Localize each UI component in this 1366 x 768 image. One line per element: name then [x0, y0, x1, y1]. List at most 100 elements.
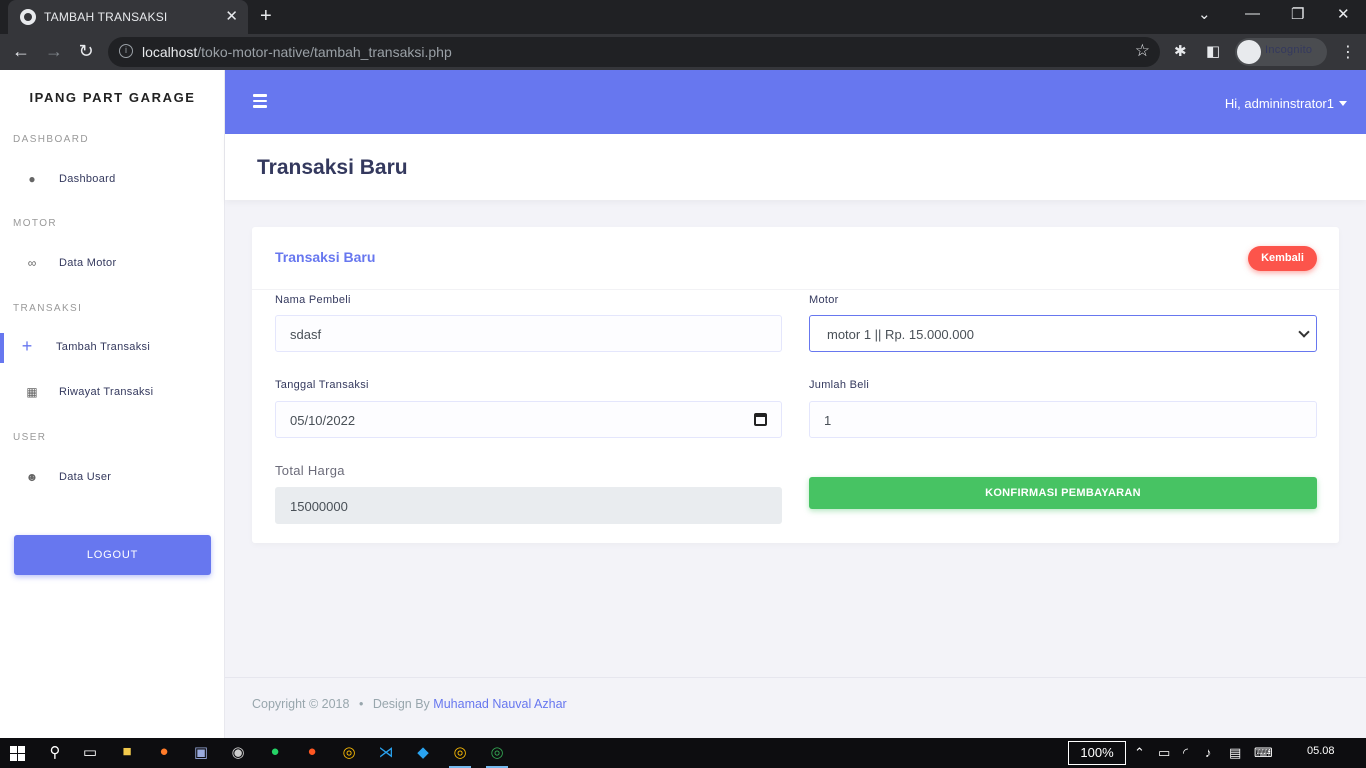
sidebar-item-label: Data Motor: [59, 257, 117, 269]
calendar-icon[interactable]: [754, 413, 767, 426]
sidebar-item-label: Data User: [59, 471, 112, 483]
battery-icon[interactable]: ▭: [1158, 745, 1170, 761]
sidebar-item-label: Tambah Transaksi: [56, 341, 151, 353]
close-tab-icon[interactable]: ✕: [225, 7, 238, 25]
section-header: Transaksi Baru: [225, 134, 1366, 200]
chrome-active-icon[interactable]: ◎: [449, 743, 471, 768]
tanggal-transaksi-value: 05/10/2022: [290, 413, 356, 428]
extensions-icon[interactable]: ✱: [1174, 42, 1187, 60]
whatsapp-icon[interactable]: ●: [264, 743, 286, 763]
konfirmasi-pembayaran-button[interactable]: KONFIRMASI PEMBAYARAN: [809, 477, 1317, 509]
close-window-icon[interactable]: ✕: [1337, 5, 1350, 23]
section-transaksi: TRANSAKSI: [13, 303, 83, 314]
file-explorer-icon[interactable]: ■: [116, 743, 138, 763]
browser-tab-strip: TAMBAH TRANSAKSI ✕ + ⌄ — ❐ ✕: [0, 0, 1366, 34]
jumlah-beli-value: 1: [824, 413, 832, 428]
incognito-icon: [1237, 40, 1261, 64]
browser-toolbar: ← → ↻ i localhost/toko-motor-native/tamb…: [0, 34, 1366, 70]
sidebar-item-riwayat-transaksi[interactable]: ▦ Riwayat Transaksi: [0, 378, 225, 408]
sidebar-item-data-user[interactable]: ☻ Data User: [0, 463, 225, 493]
browser-app-icon[interactable]: ◆: [412, 743, 434, 763]
design-by-text: Design By: [372, 697, 430, 711]
forward-arrow-icon[interactable]: →: [43, 41, 65, 62]
vscode-icon[interactable]: ⋊: [375, 743, 397, 763]
back-arrow-icon[interactable]: ←: [10, 41, 32, 62]
total-harga-label: Total Harga: [275, 463, 345, 478]
author-link[interactable]: Muhamad Nauval Azhar: [433, 697, 566, 711]
jumlah-beli-label: Jumlah Beli: [809, 379, 870, 391]
transaction-form-card: Transaksi Baru Kembali Nama Pembeli sdas…: [252, 227, 1339, 543]
windows-start-icon[interactable]: [10, 746, 25, 761]
tab-title: TAMBAH TRANSAKSI: [44, 10, 168, 24]
nama-pembeli-input[interactable]: sdasf: [275, 315, 782, 352]
incognito-badge[interactable]: Incognito: [1235, 38, 1327, 66]
tray-chevron-icon[interactable]: ⌃: [1134, 745, 1145, 761]
footer: Copyright © 2018 • Design By Muhamad Nau…: [252, 697, 567, 711]
grid-icon: ▦: [26, 385, 38, 399]
app-icon[interactable]: ◉: [227, 743, 249, 763]
copyright-text: Copyright © 2018: [252, 697, 350, 711]
footer-separator: •: [358, 697, 364, 711]
restore-icon[interactable]: ❐: [1291, 5, 1304, 23]
motor-selected-value: motor 1 || Rp. 15.000.000: [827, 327, 974, 342]
bookmark-star-icon[interactable]: ☆: [1135, 41, 1150, 61]
sidebar-item-dashboard[interactable]: ● Dashboard: [0, 165, 225, 195]
url-text: localhost/toko-motor-native/tambah_trans…: [142, 44, 452, 60]
nama-pembeli-label: Nama Pembeli: [275, 294, 351, 306]
caret-down-icon[interactable]: [1339, 101, 1347, 106]
keyboard-icon[interactable]: ⌨: [1254, 745, 1273, 761]
brand-title[interactable]: IPANG PART GARAGE: [0, 90, 225, 105]
sidebar-item-tambah-transaksi[interactable]: + Tambah Transaksi: [0, 333, 225, 363]
motorcycle-icon: ∞: [27, 256, 37, 270]
side-panel-icon[interactable]: ◧: [1206, 42, 1220, 60]
wifi-icon[interactable]: ◜: [1183, 745, 1188, 761]
globe-icon: [20, 9, 36, 25]
total-harga-input: 15000000: [275, 487, 782, 524]
footer-divider: [225, 677, 1366, 678]
search-icon[interactable]: ⚲: [44, 743, 66, 763]
top-navbar: Hi, admininstrator1: [225, 70, 1366, 134]
task-view-icon[interactable]: ▭: [79, 743, 101, 763]
section-dashboard: DASHBOARD: [13, 134, 89, 145]
page-title: Transaksi Baru: [257, 156, 408, 179]
windows-taskbar: ⚲ ▭ ■ ● ▣ ◉ ● ● ◎ ⋊ ◆ ◎ ◎ 100% ⌃ ▭ ◜ ♪ ▤…: [0, 738, 1366, 768]
nama-pembeli-value: sdasf: [290, 327, 322, 342]
reload-icon[interactable]: ↻: [75, 41, 97, 62]
firefox-icon[interactable]: ●: [153, 743, 175, 763]
postman-icon[interactable]: ●: [301, 743, 323, 763]
tanggal-transaksi-input[interactable]: 05/10/2022: [275, 401, 782, 438]
volume-icon[interactable]: ♪: [1205, 745, 1212, 760]
motor-select[interactable]: motor 1 || Rp. 15.000.000: [809, 315, 1317, 352]
chevron-down-icon[interactable]: ⌄: [1198, 5, 1211, 23]
zoom-level[interactable]: 100%: [1068, 741, 1126, 765]
sidebar-item-label: Dashboard: [59, 173, 116, 185]
back-button[interactable]: Kembali: [1248, 246, 1317, 271]
users-icon: ☻: [25, 470, 39, 484]
user-greeting[interactable]: Hi, admininstrator1: [1225, 96, 1334, 111]
new-tab-icon[interactable]: +: [260, 5, 272, 28]
notification-icon[interactable]: ▤: [1229, 745, 1241, 761]
control-panel-icon[interactable]: ▣: [190, 743, 212, 763]
tanggal-transaksi-label: Tanggal Transaksi: [275, 379, 369, 391]
chevron-down-icon: [1298, 326, 1310, 338]
card-title: Transaksi Baru: [275, 249, 376, 265]
chrome-canary-icon[interactable]: ◎: [486, 743, 508, 768]
info-icon[interactable]: i: [119, 44, 133, 58]
sidebar-item-data-motor[interactable]: ∞ Data Motor: [0, 249, 225, 279]
jumlah-beli-input[interactable]: 1: [809, 401, 1317, 438]
address-bar[interactable]: i localhost/toko-motor-native/tambah_tra…: [108, 37, 1160, 67]
section-user: USER: [13, 432, 47, 443]
fire-icon: ●: [28, 172, 36, 186]
more-menu-icon[interactable]: ⋮: [1340, 42, 1356, 62]
section-motor: MOTOR: [13, 218, 58, 229]
card-divider: [252, 289, 1339, 290]
plus-icon: +: [21, 336, 33, 356]
sidebar-item-label: Riwayat Transaksi: [59, 386, 154, 398]
logout-button[interactable]: LOGOUT: [14, 535, 211, 575]
browser-tab[interactable]: TAMBAH TRANSAKSI ✕: [8, 0, 248, 34]
sidebar: IPANG PART GARAGE DASHBOARD ● Dashboard …: [0, 70, 225, 738]
chrome-icon[interactable]: ◎: [338, 743, 360, 763]
clock-time: 05.08: [1307, 745, 1335, 757]
minimize-icon[interactable]: —: [1245, 5, 1260, 22]
hamburger-menu-icon[interactable]: [253, 94, 267, 108]
